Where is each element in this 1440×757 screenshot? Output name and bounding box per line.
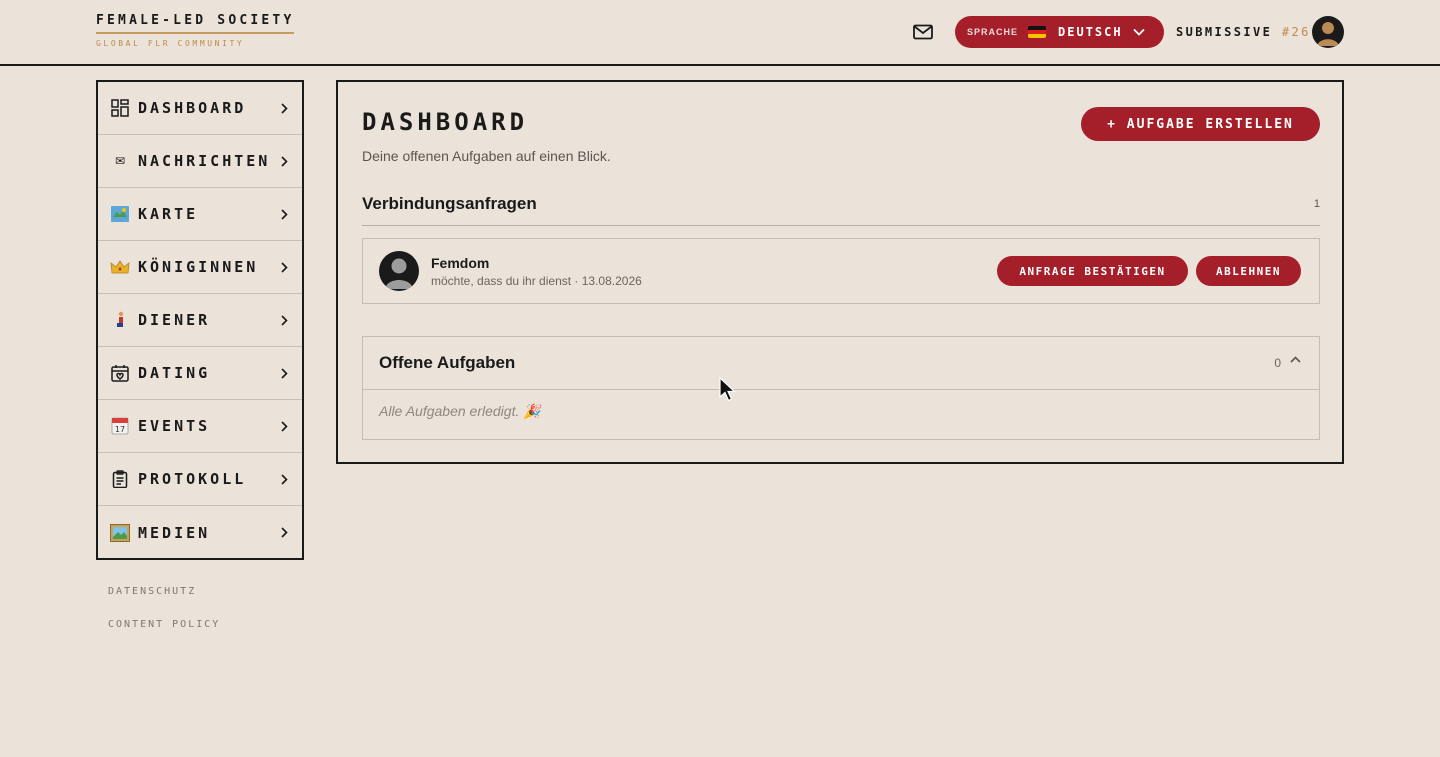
sidebar-item-medien[interactable]: MEDIEN [98, 506, 302, 559]
top-header: FEMALE-LED SOCIETY GLOBAL FLR COMMUNITY … [0, 0, 1440, 66]
chevron-right-icon [278, 527, 288, 538]
language-label: SPRACHE [967, 27, 1019, 37]
brand-title: FEMALE-LED SOCIETY [96, 13, 295, 34]
sidebar-item-protokoll[interactable]: PROTOKOLL [98, 453, 302, 506]
sidebar-item-label: KÖNIGINNEN [138, 258, 259, 276]
chevron-right-icon [278, 208, 288, 220]
mail-icon[interactable] [910, 20, 936, 44]
sidebar-item-label: KARTE [138, 205, 199, 223]
chevron-right-icon [278, 367, 288, 379]
map-icon [110, 204, 130, 224]
grid-icon [110, 98, 130, 118]
sidebar-item-karte[interactable]: KARTE [98, 188, 302, 241]
requests-section-header: Verbindungsanfragen 1 [362, 190, 1320, 226]
avatar[interactable] [1312, 16, 1344, 48]
chevron-down-icon [1132, 28, 1145, 36]
empty-state-text: Alle Aufgaben erledigt. 🎉 [379, 403, 541, 419]
brand-subtitle: GLOBAL FLR COMMUNITY [96, 39, 245, 48]
sidebar-item-label: DASHBOARD [138, 99, 247, 117]
sidebar-item-dating[interactable]: DATING [98, 347, 302, 400]
sidebar-item-label: NACHRICHTEN [138, 152, 271, 170]
calendar-heart-icon [110, 363, 130, 383]
sidebar-item-dashboard[interactable]: DASHBOARD [98, 82, 302, 135]
create-task-button[interactable]: + AUFGABE ERSTELLEN [1081, 107, 1320, 141]
open-tasks-count: 0 [1274, 356, 1281, 370]
request-name[interactable]: Femdom [431, 255, 489, 271]
chevron-up-icon [1290, 356, 1301, 363]
page-subtitle: Deine offenen Aufgaben auf einen Blick. [362, 148, 611, 164]
sidebar-item-koeniginnen[interactable]: KÖNIGINNEN [98, 241, 302, 294]
open-tasks-toggle[interactable]: Offene Aufgaben 0 [363, 337, 1319, 390]
user-number: #26 [1281, 25, 1311, 39]
sidebar-item-diener[interactable]: DIENER [98, 294, 302, 347]
chevron-right-icon [278, 420, 288, 432]
dashboard-panel: DASHBOARD Deine offenen Aufgaben auf ein… [336, 80, 1344, 464]
requests-title: Verbindungsanfragen [362, 194, 537, 213]
open-tasks-title: Offene Aufgaben [379, 353, 516, 372]
envelope-icon: ✉ [114, 154, 126, 168]
chevron-right-icon [278, 155, 288, 167]
reject-request-button[interactable]: ABLEHNEN [1196, 256, 1301, 286]
chevron-right-icon [278, 314, 288, 326]
svg-text:17: 17 [115, 425, 125, 434]
clipboard-icon [110, 469, 130, 489]
privacy-link[interactable]: DATENSCHUTZ [108, 586, 196, 597]
language-value: DEUTSCH [1058, 25, 1123, 39]
calendar-icon: 17 [110, 416, 130, 436]
crown-icon [110, 257, 130, 277]
de-flag-icon [1028, 26, 1047, 38]
sidebar-item-label: MEDIEN [138, 523, 211, 542]
sidebar-nav: DASHBOARD ✉ NACHRICHTEN KARTE KÖNIGINNEN [96, 80, 304, 560]
brand-logo[interactable]: FEMALE-LED SOCIETY GLOBAL FLR COMMUNITY [96, 13, 295, 48]
user-name[interactable]: SUBMISSIVE #26 [1176, 25, 1311, 39]
confirm-request-button[interactable]: ANFRAGE BESTÄTIGEN [997, 256, 1188, 286]
requests-count: 1 [1313, 198, 1320, 210]
open-tasks-panel: Offene Aufgaben 0 Alle Aufgaben erledigt… [362, 336, 1320, 440]
chevron-right-icon [278, 473, 288, 485]
sidebar-item-label: EVENTS [138, 417, 211, 435]
chevron-right-icon [278, 102, 288, 114]
avatar[interactable] [379, 251, 419, 291]
sidebar-item-label: DATING [138, 364, 211, 382]
sidebar-item-label: PROTOKOLL [138, 470, 247, 488]
page-title: DASHBOARD [362, 108, 529, 136]
sidebar-item-nachrichten[interactable]: ✉ NACHRICHTEN [98, 135, 302, 188]
kneeling-person-icon [110, 310, 130, 330]
user-role: SUBMISSIVE [1176, 25, 1273, 39]
language-selector[interactable]: SPRACHE DEUTSCH [955, 16, 1164, 48]
picture-icon [110, 523, 130, 543]
content-policy-link[interactable]: CONTENT POLICY [108, 619, 220, 630]
request-item: Femdom möchte, dass du ihr dienst · 13.0… [362, 238, 1320, 304]
sidebar-item-label: DIENER [138, 311, 211, 329]
chevron-right-icon [278, 261, 288, 273]
request-info: möchte, dass du ihr dienst · 13.08.2026 [431, 274, 642, 288]
sidebar-item-events[interactable]: 17 EVENTS [98, 400, 302, 453]
